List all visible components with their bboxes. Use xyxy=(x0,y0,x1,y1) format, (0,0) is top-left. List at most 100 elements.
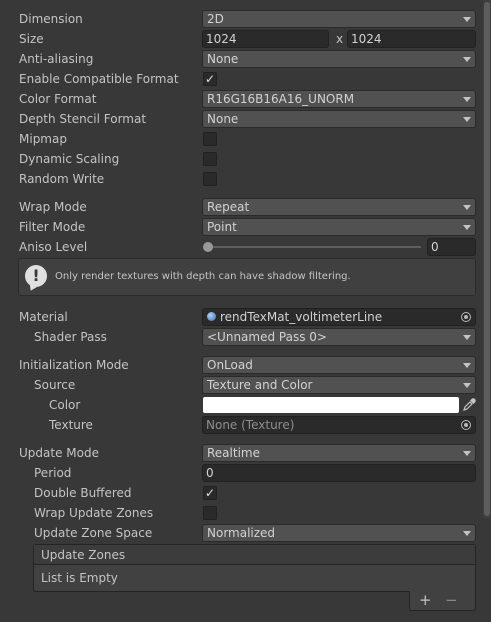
random-write-label: Random Write xyxy=(19,172,105,186)
update-mode-row: Update Mode Realtime xyxy=(0,443,476,463)
object-picker-icon[interactable] xyxy=(461,420,471,430)
anti-aliasing-row: Anti-aliasing None xyxy=(0,49,476,69)
random-write-row: Random Write xyxy=(0,169,476,189)
wrap-update-zones-checkbox[interactable] xyxy=(203,506,217,520)
chevron-down-icon xyxy=(463,117,471,122)
help-text: Only render textures with depth can have… xyxy=(55,271,351,282)
depth-stencil-label: Depth Stencil Format xyxy=(19,112,147,126)
chevron-down-icon xyxy=(463,225,471,230)
double-buffered-row: Double Buffered ✓ xyxy=(0,483,476,503)
wrap-mode-dropdown[interactable]: Repeat xyxy=(202,198,476,216)
shader-pass-row: Shader Pass <Unnamed Pass 0> xyxy=(0,327,476,347)
chevron-down-icon xyxy=(463,205,471,210)
size-width-field[interactable]: 1024 xyxy=(202,30,329,48)
texture-object-field[interactable]: None (Texture) xyxy=(202,416,476,434)
texture-label: Texture xyxy=(49,418,93,432)
shader-pass-dropdown[interactable]: <Unnamed Pass 0> xyxy=(202,328,476,346)
size-height-field[interactable]: 1024 xyxy=(347,30,476,48)
aniso-slider-thumb[interactable] xyxy=(203,242,213,252)
color-swatch[interactable] xyxy=(203,397,459,413)
material-object-field[interactable]: rendTexMat_voltimeterLine xyxy=(202,308,476,326)
size-label: Size xyxy=(19,32,44,46)
aniso-level-label: Aniso Level xyxy=(19,240,88,254)
size-separator: x xyxy=(336,32,344,46)
wrap-mode-value: Repeat xyxy=(207,200,250,214)
double-buffered-checkbox[interactable]: ✓ xyxy=(203,486,217,500)
update-mode-dropdown[interactable]: Realtime xyxy=(202,444,476,462)
source-value: Texture and Color xyxy=(207,378,313,392)
dimension-label: Dimension xyxy=(19,12,83,26)
check-icon: ✓ xyxy=(204,486,216,500)
compatible-format-row: Enable Compatible Format ✓ xyxy=(0,69,476,89)
dimension-row: Dimension 2D xyxy=(0,9,476,29)
wrap-mode-row: Wrap Mode Repeat xyxy=(0,197,476,217)
depth-stencil-value: None xyxy=(207,112,239,126)
aniso-level-field[interactable]: 0 xyxy=(427,238,476,256)
dynamic-scaling-checkbox[interactable] xyxy=(203,152,217,166)
list-empty-text: List is Empty xyxy=(41,571,118,585)
mipmap-row: Mipmap xyxy=(0,129,476,149)
period-row: Period 0 xyxy=(0,463,476,483)
chevron-down-icon xyxy=(463,451,471,456)
add-item-button[interactable]: + xyxy=(419,591,432,609)
initialization-mode-dropdown[interactable]: OnLoad xyxy=(202,356,476,374)
update-zone-space-dropdown[interactable]: Normalized xyxy=(202,524,476,542)
material-value: rendTexMat_voltimeterLine xyxy=(220,310,383,324)
material-sphere-icon xyxy=(207,312,216,321)
compatible-format-checkbox[interactable]: ✓ xyxy=(203,72,217,86)
check-icon: ✓ xyxy=(204,72,216,86)
chevron-down-icon xyxy=(463,335,471,340)
update-zones-list: Update Zones List is Empty xyxy=(33,544,476,592)
mipmap-checkbox[interactable] xyxy=(203,132,217,146)
depth-stencil-row: Depth Stencil Format None xyxy=(0,109,476,129)
mipmap-label: Mipmap xyxy=(19,132,67,146)
update-mode-label: Update Mode xyxy=(19,446,99,460)
wrap-mode-label: Wrap Mode xyxy=(19,200,87,214)
compatible-format-label: Enable Compatible Format xyxy=(19,72,179,86)
initialization-mode-value: OnLoad xyxy=(207,358,253,372)
source-row: Source Texture and Color xyxy=(0,375,476,395)
chevron-down-icon xyxy=(463,97,471,102)
shader-pass-label: Shader Pass xyxy=(34,330,107,344)
color-format-label: Color Format xyxy=(19,92,97,106)
chevron-down-icon xyxy=(463,363,471,368)
period-field[interactable]: 0 xyxy=(202,464,476,482)
wrap-update-zones-row: Wrap Update Zones xyxy=(0,503,476,523)
aniso-level-row: Aniso Level 0 xyxy=(0,237,476,257)
texture-row: Texture None (Texture) xyxy=(0,415,476,435)
update-zones-footer: + − xyxy=(409,591,476,611)
filter-mode-row: Filter Mode Point xyxy=(0,217,476,237)
texture-value: None (Texture) xyxy=(206,418,295,432)
remove-item-button[interactable]: − xyxy=(445,591,458,609)
update-zone-space-row: Update Zone Space Normalized xyxy=(0,523,476,543)
shadow-filtering-help-box: ! Only render textures with depth can ha… xyxy=(18,258,476,296)
anti-aliasing-label: Anti-aliasing xyxy=(19,52,94,66)
anti-aliasing-dropdown[interactable]: None xyxy=(202,50,476,68)
chevron-down-icon xyxy=(463,17,471,22)
eyedropper-icon[interactable] xyxy=(462,398,476,412)
material-label: Material xyxy=(19,310,68,324)
aniso-slider-track[interactable] xyxy=(207,246,421,248)
source-dropdown[interactable]: Texture and Color xyxy=(202,376,476,394)
dimension-dropdown[interactable]: 2D xyxy=(202,10,476,28)
chevron-down-icon xyxy=(463,531,471,536)
filter-mode-dropdown[interactable]: Point xyxy=(202,218,476,236)
source-label: Source xyxy=(34,378,76,392)
size-row: Size 1024 x 1024 xyxy=(0,29,476,49)
material-row: Material rendTexMat_voltimeterLine xyxy=(0,307,476,327)
vertical-scrollbar[interactable] xyxy=(483,0,491,518)
initialization-mode-row: Initialization Mode OnLoad xyxy=(0,355,476,375)
update-zones-header[interactable]: Update Zones xyxy=(34,545,475,565)
shader-pass-value: <Unnamed Pass 0> xyxy=(207,330,327,344)
period-label: Period xyxy=(34,466,72,480)
render-texture-inspector: Dimension 2D Size 1024 x 1024 Anti-alias… xyxy=(0,0,491,622)
scrollbar-thumb[interactable] xyxy=(484,2,490,516)
depth-stencil-dropdown[interactable]: None xyxy=(202,110,476,128)
object-picker-icon[interactable] xyxy=(461,312,471,322)
double-buffered-label: Double Buffered xyxy=(34,486,132,500)
random-write-checkbox[interactable] xyxy=(203,172,217,186)
filter-mode-value: Point xyxy=(207,220,237,234)
color-format-dropdown[interactable]: R16G16B16A16_UNORM xyxy=(202,90,476,108)
color-format-row: Color Format R16G16B16A16_UNORM xyxy=(0,89,476,109)
wrap-update-zones-label: Wrap Update Zones xyxy=(34,506,154,520)
